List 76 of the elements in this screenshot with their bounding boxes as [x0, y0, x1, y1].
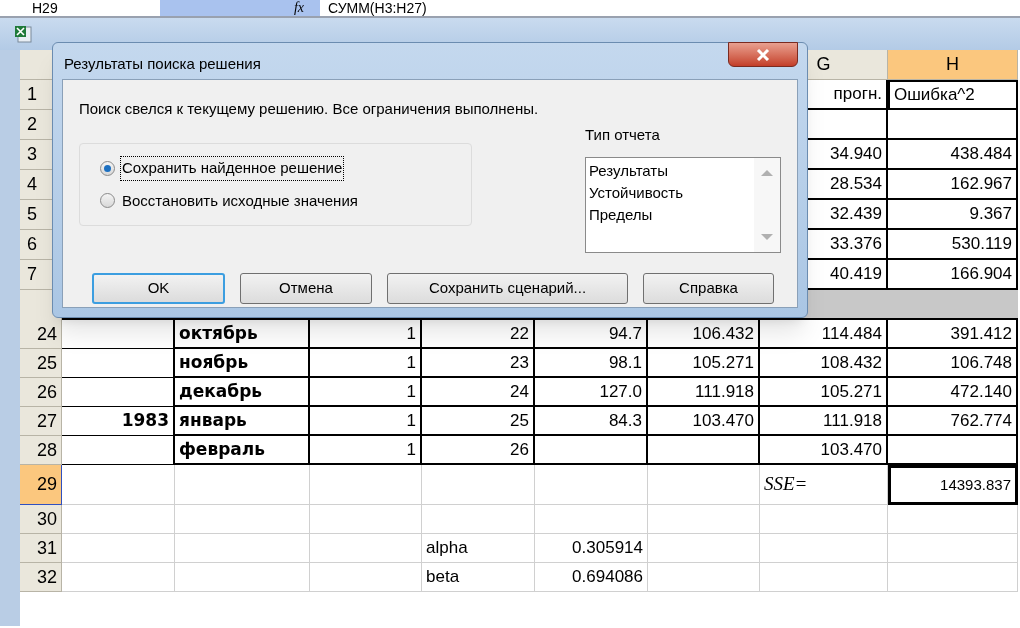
table-cell: 105.271 [648, 349, 760, 378]
table-cell: 94.7 [535, 320, 648, 349]
table-cell: 84.3 [535, 407, 648, 436]
option-label[interactable]: Сохранить найденное решение [121, 157, 344, 180]
row-header[interactable]: 30 [20, 505, 62, 534]
table-cell: Ошибка^2 [888, 80, 1018, 110]
row-header[interactable]: 27 [20, 407, 62, 436]
table-cell: 14393.837 [888, 465, 1018, 505]
table-cell: декабрь [175, 378, 310, 407]
table-cell: 98.1 [535, 349, 648, 378]
formula-field[interactable]: СУММ(H3:H27) [320, 0, 1020, 16]
table-cell: ноябрь [175, 349, 310, 378]
table-cell: 1 [310, 407, 422, 436]
table-cell: 103.470 [648, 407, 760, 436]
fx-button[interactable]: fx [293, 1, 304, 15]
table-cell: 111.918 [760, 407, 888, 436]
row-header[interactable]: 24 [20, 320, 62, 349]
option-label[interactable]: Восстановить исходные значения [121, 189, 359, 212]
table-cell: 1 [310, 436, 422, 465]
table-cell: 1 [310, 320, 422, 349]
dialog-title: Результаты поиска решения [63, 54, 261, 74]
dialog-button[interactable]: Сохранить сценарий... [387, 272, 628, 304]
dialog-button[interactable]: Справка [643, 272, 774, 304]
table-cell: 105.271 [760, 378, 888, 407]
table-cell: beta [422, 563, 535, 592]
table-cell: 9.367 [888, 200, 1018, 230]
table-cell: февраль [175, 436, 310, 465]
dialog-button[interactable]: Отмена [240, 272, 372, 304]
list-item[interactable]: Пределы [589, 203, 754, 226]
table-cell: SSE= [760, 465, 888, 505]
list-item[interactable]: Устойчивость [589, 181, 754, 204]
radio-button[interactable] [100, 160, 115, 176]
table-cell: 25 [422, 407, 535, 436]
row-header[interactable]: 25 [20, 349, 62, 378]
report-type-label: Тип отчета [585, 125, 661, 145]
scroll-down-icon[interactable] [761, 233, 773, 240]
close-button[interactable] [728, 42, 798, 67]
dialog-message: Поиск свелся к текущему решению. Все ограничения выполнены. [79, 99, 540, 119]
table-cell: 0.305914 [535, 534, 648, 563]
table-cell: 22 [422, 320, 535, 349]
table-cell: 762.774 [888, 407, 1018, 436]
table-cell: 106.748 [888, 349, 1018, 378]
table-cell: 1 [310, 349, 422, 378]
row-header[interactable]: 29 [20, 465, 62, 505]
table-cell: 111.918 [648, 378, 760, 407]
table-cell: 106.432 [648, 320, 760, 349]
table-cell: 26 [422, 436, 535, 465]
table-cell: 114.484 [760, 320, 888, 349]
table-cell: 24 [422, 378, 535, 407]
close-icon [756, 48, 770, 61]
table-cell: alpha [422, 534, 535, 563]
dialog-button[interactable]: OK [92, 272, 225, 304]
table-cell: 1 [310, 378, 422, 407]
table-cell: 23 [422, 349, 535, 378]
row-header[interactable]: 26 [20, 378, 62, 407]
table-cell: 530.119 [888, 230, 1018, 260]
table-cell: 0.694086 [535, 563, 648, 592]
radio-button[interactable] [100, 193, 115, 209]
table-cell: 127.0 [535, 378, 648, 407]
column-header[interactable]: H [888, 50, 1018, 80]
table-cell: октябрь [175, 320, 310, 349]
row-header[interactable]: 31 [20, 534, 62, 563]
row-header[interactable]: 28 [20, 436, 62, 465]
table-cell: 1983 [62, 407, 175, 436]
table-cell: 103.470 [760, 436, 888, 465]
list-item[interactable]: Результаты [589, 159, 754, 182]
table-cell: 162.967 [888, 170, 1018, 200]
table-cell: 108.432 [760, 349, 888, 378]
scroll-up-icon[interactable] [761, 169, 773, 176]
table-cell: 472.140 [888, 378, 1018, 407]
table-cell: 391.412 [888, 320, 1018, 349]
table-cell: январь [175, 407, 310, 436]
row-header[interactable]: 32 [20, 563, 62, 592]
report-type-list[interactable]: Результаты Устойчивость Пределы [585, 156, 781, 253]
spreadsheet-icon [14, 25, 32, 43]
table-cell: 438.484 [888, 140, 1018, 170]
